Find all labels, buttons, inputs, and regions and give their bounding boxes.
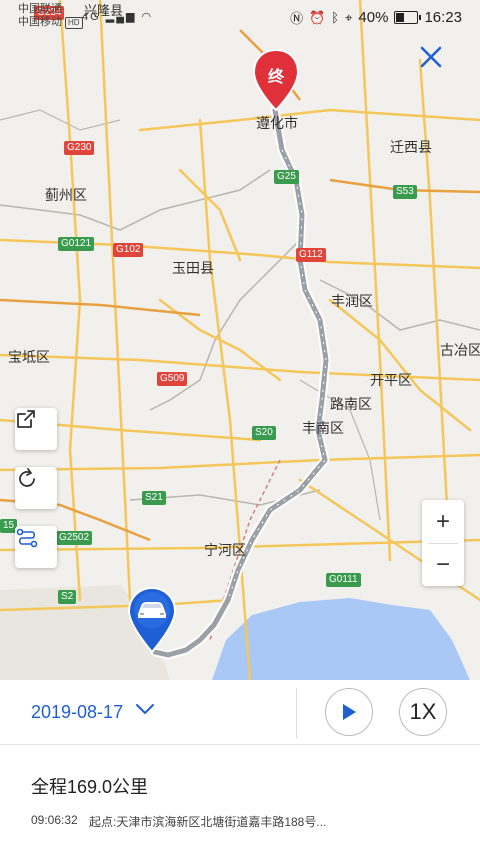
city-label-ninghe: 宁河区	[204, 542, 246, 558]
refresh-button[interactable]	[15, 467, 57, 509]
road-shield-g112: G112	[296, 248, 326, 262]
road-shield-s2: S2	[58, 590, 77, 604]
share-button[interactable]	[15, 408, 57, 450]
road-shield-g0121: G0121	[58, 237, 95, 251]
city-label-yutian: 玉田县	[172, 260, 214, 276]
road-shield-g230: G230	[64, 141, 95, 155]
bluetooth-icon: ᛒ	[331, 10, 340, 25]
speed-button[interactable]: 1X	[399, 688, 447, 736]
map-view[interactable]: 兴隆县 遵化市 迁西县 蓟州区 玉田县 丰润区 宝坻区 古冶区 开平区 路南区 …	[0, 0, 480, 680]
end-marker[interactable]: 终	[252, 48, 300, 114]
date-selector[interactable]: 2019-08-17	[31, 702, 123, 723]
zoom-control: + −	[422, 500, 464, 586]
alarm-icon: ⏰	[309, 9, 326, 25]
hd-badge: HD	[65, 17, 83, 29]
play-icon	[343, 704, 356, 720]
road-shield-g509: G509	[157, 372, 188, 386]
city-label-jizhou: 蓟州区	[45, 187, 87, 203]
divider	[296, 688, 297, 738]
trip-panel: 2019-08-17 1X 全程169.0公里 09:06:32 起点:天津市滨…	[0, 680, 480, 853]
close-button[interactable]	[414, 40, 448, 74]
road-shield-g25: G25	[274, 170, 299, 184]
city-label-guye: 古冶区	[440, 342, 480, 358]
play-button[interactable]	[325, 688, 373, 736]
city-label-baodi: 宝坻区	[8, 349, 50, 365]
clock: 16:23	[424, 9, 462, 26]
car-icon	[127, 586, 177, 654]
battery-icon	[394, 11, 422, 24]
road-shield-s53: S53	[393, 185, 417, 199]
nfc-icon: Ⓝ	[290, 11, 304, 26]
city-label-kaiping: 开平区	[370, 372, 412, 388]
route-icon	[16, 528, 38, 548]
status-right: Ⓝ ⏰ ᛒ ⌖ 40% 16:23	[290, 8, 462, 27]
date-row: 2019-08-17 1X	[0, 680, 480, 745]
close-icon	[420, 46, 442, 68]
battery-percent: 40%	[358, 9, 389, 26]
signal-icons: 4G ▂▄▆ ◠	[82, 10, 153, 23]
start-time: 09:06:32	[31, 813, 78, 827]
map-canvas	[0, 0, 480, 680]
wifi-icon: ◠	[141, 11, 154, 23]
share-icon	[17, 410, 35, 428]
city-label-zunhua: 遵化市	[256, 115, 298, 131]
city-label-lunan: 路南区	[330, 396, 372, 412]
refresh-icon	[19, 468, 35, 487]
end-marker-label: 终	[267, 69, 284, 86]
start-address: 起点:天津市滨海新区北塘街道嘉丰路188号...	[89, 815, 327, 829]
city-label-fengrun: 丰润区	[331, 293, 373, 309]
signal-icon: ▂▄▆	[105, 11, 137, 23]
carrier-primary: 中国联通	[18, 3, 62, 15]
road-shield-g102: G102	[113, 243, 144, 257]
road-shield-s20: S20	[252, 426, 276, 440]
status-bar: 中国联通 中国移动 HD 4G ▂▄▆ ◠ Ⓝ ⏰ ᛒ ⌖ 40% 16:23	[0, 0, 480, 36]
road-shield-g2502: G2502	[56, 531, 93, 545]
vehicle-marker[interactable]	[127, 586, 177, 656]
route-button[interactable]	[15, 526, 57, 568]
carrier-secondary: 中国移动	[18, 16, 62, 28]
zoom-out-button[interactable]: −	[422, 543, 464, 586]
carrier-info: 中国联通 中国移动 HD	[18, 3, 83, 29]
road-shield-g0111: G0111	[326, 573, 361, 587]
location-icon: ⌖	[345, 9, 353, 25]
total-distance: 全程169.0公里	[31, 777, 149, 797]
network-type: 4G	[82, 11, 101, 23]
city-label-qianxi: 迁西县	[390, 139, 432, 155]
road-shield-s21: S21	[142, 491, 166, 505]
chevron-down-icon[interactable]	[134, 698, 156, 720]
city-label-fengnan: 丰南区	[302, 420, 344, 436]
zoom-in-button[interactable]: +	[422, 500, 464, 543]
